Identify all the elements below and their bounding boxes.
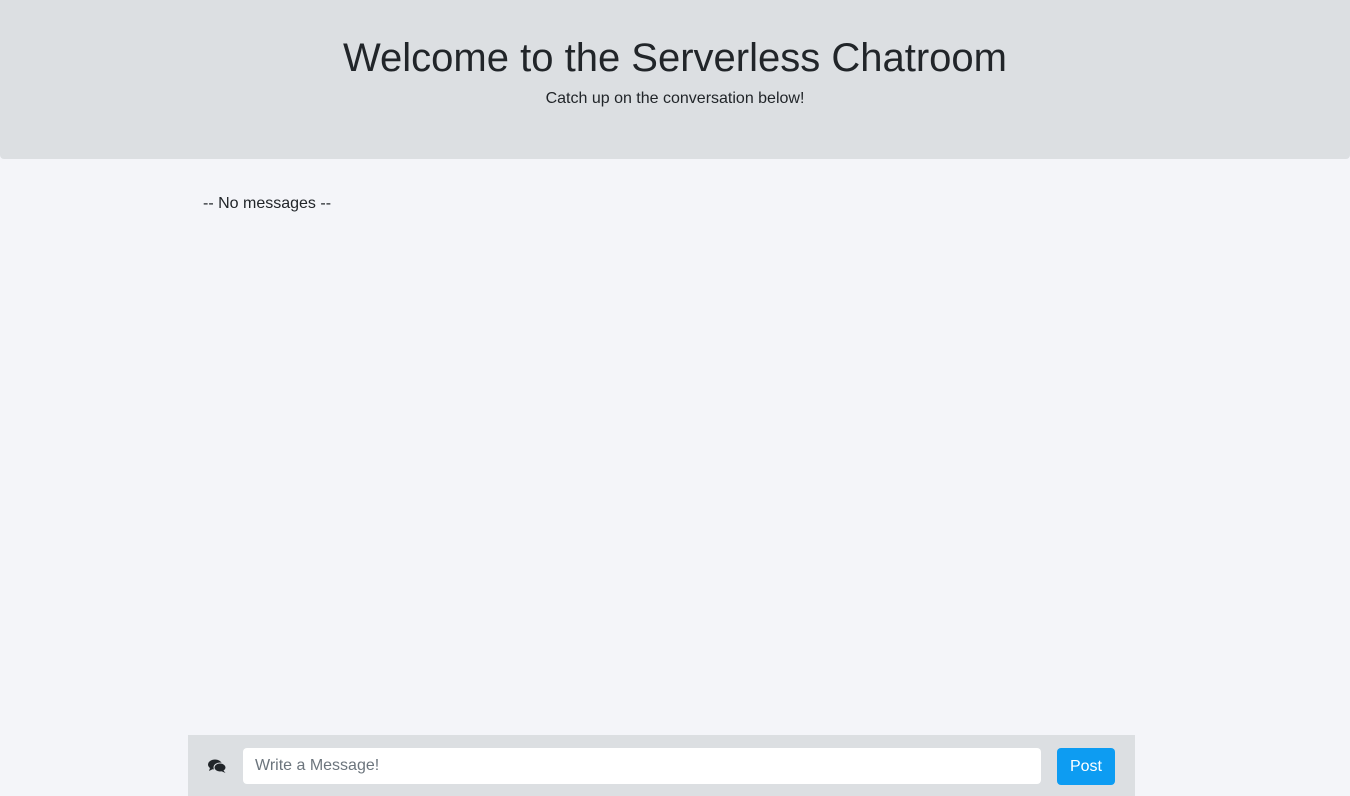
no-messages-text: -- No messages --	[203, 195, 332, 212]
message-input[interactable]	[243, 748, 1041, 784]
page-subtitle: Catch up on the conversation below!	[545, 90, 805, 107]
post-button[interactable]: Post	[1057, 748, 1115, 785]
message-composer: Post	[188, 735, 1135, 796]
page-title: Welcome to the Serverless Chatroom	[343, 36, 1007, 80]
header-jumbotron: Welcome to the Serverless Chatroom Catch…	[0, 0, 1350, 159]
comments-icon	[208, 759, 227, 778]
